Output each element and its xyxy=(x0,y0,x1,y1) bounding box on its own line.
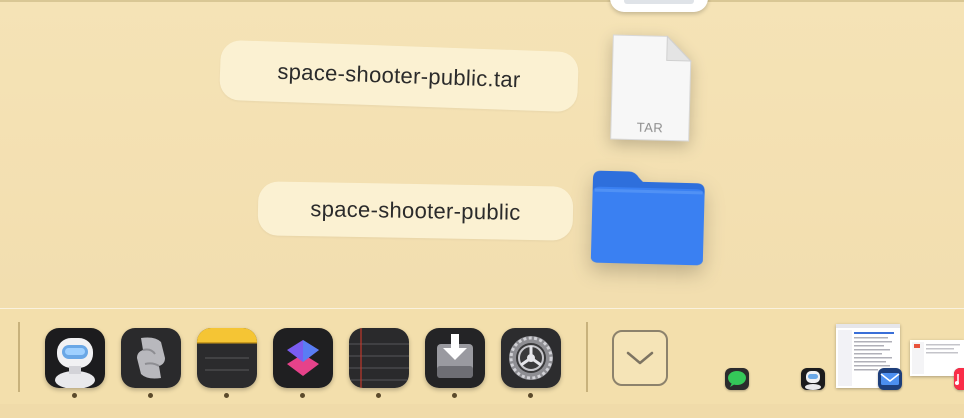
running-indicator xyxy=(528,393,533,398)
folder-icon[interactable] xyxy=(587,164,710,267)
dock-separator xyxy=(18,322,20,392)
downloads-stack-button[interactable] xyxy=(612,330,668,386)
minimized-music[interactable] xyxy=(954,368,964,390)
notes-icon xyxy=(197,328,257,388)
running-indicator xyxy=(224,393,229,398)
stack-item-label-folder[interactable]: space-shooter-public xyxy=(257,181,574,241)
file-type-badge: TAR xyxy=(636,119,664,136)
running-indicator xyxy=(300,393,305,398)
stack-item-label-tar[interactable]: space-shooter-public.tar xyxy=(219,39,579,113)
folder-name-label: space-shooter-public xyxy=(310,196,521,225)
dock-app-notebook[interactable] xyxy=(349,328,409,388)
top-edge xyxy=(0,0,964,2)
dock-app-installer[interactable] xyxy=(425,328,485,388)
ruled-notebook-icon xyxy=(349,328,409,388)
minimized-mail[interactable] xyxy=(878,368,902,390)
robot-icon xyxy=(45,328,105,388)
running-indicator xyxy=(376,393,381,398)
music-icon xyxy=(954,368,964,390)
gear-icon xyxy=(501,328,561,388)
mail-icon xyxy=(880,373,900,385)
dock-app-robot[interactable] xyxy=(45,328,105,388)
installer-disk-icon xyxy=(425,328,485,388)
running-indicator xyxy=(452,393,457,398)
dock-app-shortcuts[interactable] xyxy=(273,328,333,388)
dock-separator xyxy=(586,322,588,392)
minimized-robot[interactable] xyxy=(801,368,825,390)
chevron-down-icon xyxy=(626,351,654,365)
file-name-label: space-shooter-public.tar xyxy=(277,58,521,93)
tar-file-icon[interactable]: TAR xyxy=(607,31,696,145)
running-indicator xyxy=(148,393,153,398)
messages-icon xyxy=(728,371,746,387)
minimized-messages[interactable] xyxy=(725,368,749,390)
stack-item-partial[interactable] xyxy=(610,0,708,12)
running-indicator xyxy=(72,393,77,398)
script-scroll-icon xyxy=(121,328,181,388)
shortcuts-icon xyxy=(273,328,333,388)
robot-icon xyxy=(805,371,821,390)
dock-app-script-editor[interactable] xyxy=(121,328,181,388)
dock-app-system-settings[interactable] xyxy=(501,328,561,388)
dock-bottom-edge xyxy=(0,404,964,418)
dock-app-notes[interactable] xyxy=(197,328,257,388)
